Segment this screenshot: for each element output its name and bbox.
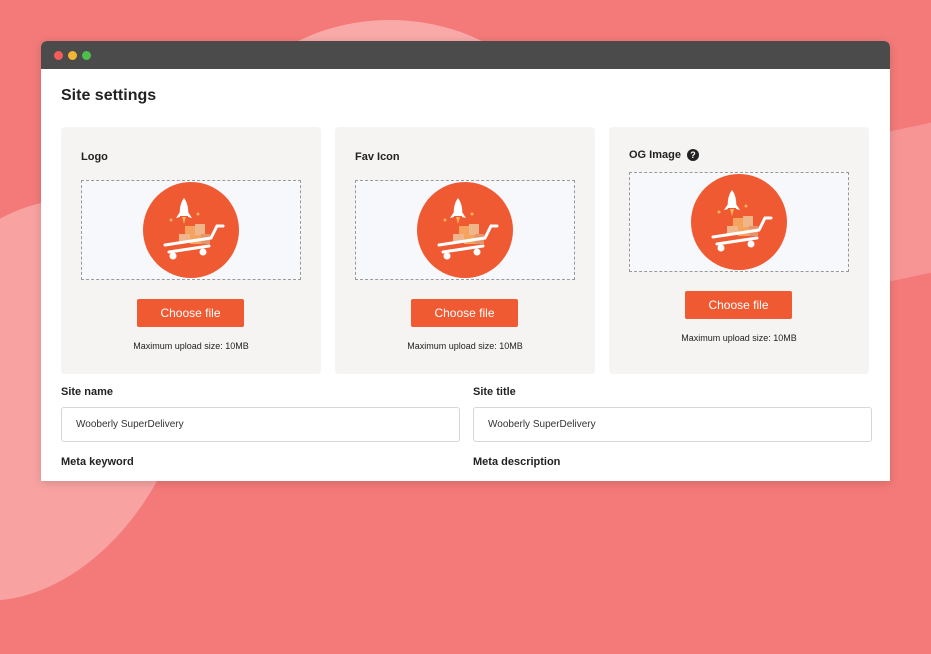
favicon-upload-hint: Maximum upload size: 10MB bbox=[407, 341, 523, 351]
brand-logo-icon bbox=[417, 182, 513, 278]
page-title: Site settings bbox=[61, 87, 157, 104]
meta-description-label: Meta description bbox=[473, 456, 561, 468]
maximize-window-icon[interactable] bbox=[82, 51, 91, 60]
brand-logo-icon bbox=[691, 174, 787, 270]
site-name-label: Site name bbox=[61, 386, 113, 398]
og-image-label: OG Image bbox=[629, 149, 681, 161]
meta-keyword-label: Meta keyword bbox=[61, 456, 134, 468]
og-image-choose-file-button[interactable]: Choose file bbox=[685, 291, 792, 319]
og-image-label-row: OG Image ? bbox=[629, 149, 699, 161]
favicon-choose-file-button[interactable]: Choose file bbox=[411, 299, 518, 327]
browser-window: Site settings Logo Choose file Maximum u… bbox=[41, 41, 890, 481]
window-titlebar bbox=[41, 41, 890, 69]
logo-choose-file-button[interactable]: Choose file bbox=[137, 299, 244, 327]
logo-upload-hint: Maximum upload size: 10MB bbox=[133, 341, 249, 351]
logo-label: Logo bbox=[81, 151, 108, 163]
brand-logo-icon bbox=[143, 182, 239, 278]
close-window-icon[interactable] bbox=[54, 51, 63, 60]
logo-upload-card: Logo Choose file Maximum upload size: 10… bbox=[61, 127, 321, 374]
og-image-upload-hint: Maximum upload size: 10MB bbox=[681, 333, 797, 343]
og-image-dropzone[interactable] bbox=[629, 172, 849, 272]
favicon-dropzone[interactable] bbox=[355, 180, 575, 280]
help-icon[interactable]: ? bbox=[686, 149, 699, 161]
favicon-upload-card: Fav Icon Choose file Maximum upload size… bbox=[335, 127, 595, 374]
site-name-input[interactable] bbox=[61, 407, 460, 442]
site-title-input[interactable] bbox=[473, 407, 872, 442]
og-image-upload-card: OG Image ? Choose file Maximum upload si… bbox=[609, 127, 869, 374]
minimize-window-icon[interactable] bbox=[68, 51, 77, 60]
favicon-label: Fav Icon bbox=[355, 151, 400, 163]
logo-dropzone[interactable] bbox=[81, 180, 301, 280]
site-title-label: Site title bbox=[473, 386, 516, 398]
